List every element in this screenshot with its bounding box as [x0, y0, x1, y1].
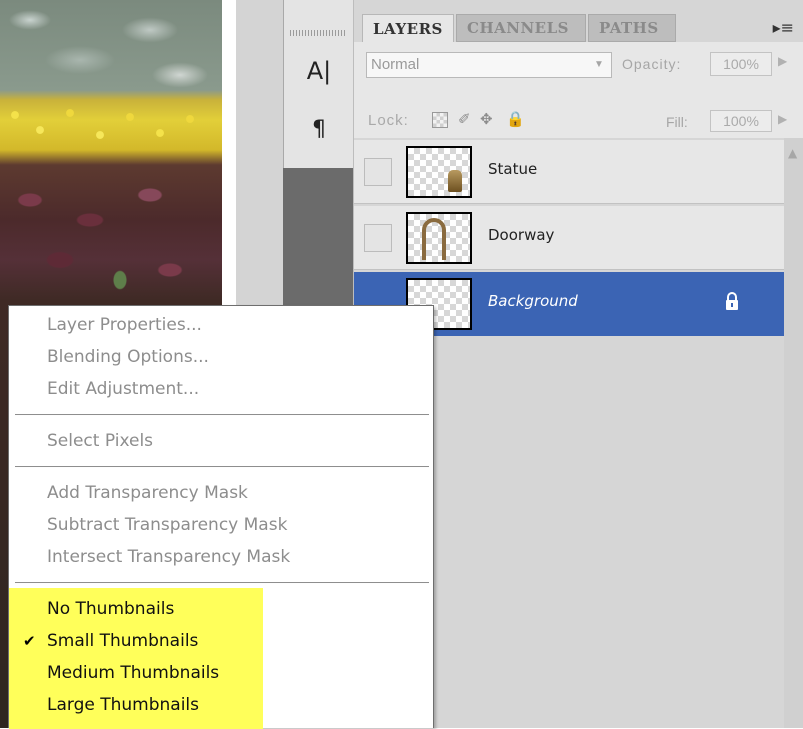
menu-item-subtract-transparency-mask[interactable]: Subtract Transparency Mask: [9, 510, 433, 540]
doorway-figure: [422, 218, 446, 260]
menu-item-edit-adjustment[interactable]: Edit Adjustment...: [9, 374, 433, 404]
lock-image-pixels-icon[interactable]: ✐: [458, 110, 471, 128]
layers-scrollbar[interactable]: ▲: [784, 138, 803, 728]
menu-item-label: Small Thumbnails: [47, 631, 199, 651]
layer-name[interactable]: Statue: [488, 160, 537, 178]
menu-item-add-transparency-mask[interactable]: Add Transparency Mask: [9, 478, 433, 508]
fill-arrow-icon[interactable]: ▶: [778, 112, 787, 126]
blend-mode-select[interactable]: Normal ▼: [366, 52, 612, 78]
dock-panel: A| ¶: [283, 0, 355, 168]
opacity-field[interactable]: 100%: [710, 52, 772, 76]
menu-item-small-thumbnails[interactable]: ✔ Small Thumbnails: [9, 626, 433, 656]
menu-separator: [15, 466, 429, 468]
opacity-arrow-icon[interactable]: ▶: [778, 54, 787, 68]
menu-separator: [15, 414, 429, 416]
menu-item-select-pixels[interactable]: Select Pixels: [9, 426, 433, 456]
layer-name[interactable]: Doorway: [488, 226, 554, 244]
layer-thumbnail[interactable]: [406, 212, 472, 264]
menu-item-large-thumbnails[interactable]: Large Thumbnails: [9, 690, 433, 720]
photo-leaves: [0, 170, 222, 310]
tab-paths[interactable]: PATHS: [588, 14, 676, 42]
menu-item-intersect-transparency-mask[interactable]: Intersect Transparency Mask: [9, 542, 433, 572]
chevron-down-icon[interactable]: ▼: [589, 55, 609, 75]
fill-field[interactable]: 100%: [710, 110, 772, 132]
layer-row-statue[interactable]: Statue: [354, 140, 784, 204]
visibility-toggle[interactable]: [364, 224, 392, 252]
layer-lock-icon: [726, 292, 738, 310]
scroll-up-icon[interactable]: ▲: [788, 146, 797, 160]
lock-position-icon[interactable]: ✥: [480, 110, 493, 128]
character-panel-icon[interactable]: A|: [302, 54, 336, 88]
statue-figure: [448, 170, 462, 192]
check-icon: ✔: [23, 632, 36, 650]
layer-context-menu: Layer Properties... Blending Options... …: [8, 305, 434, 729]
paragraph-panel-icon[interactable]: ¶: [302, 112, 336, 146]
fill-label: Fill:: [666, 114, 688, 130]
blend-options-bar: Normal ▼ Opacity: 100% ▶: [354, 42, 803, 103]
menu-item-layer-properties[interactable]: Layer Properties...: [9, 310, 433, 340]
visibility-toggle[interactable]: [364, 158, 392, 186]
lock-bar: Lock: ✐ ✥ 🔒 Fill: 100% ▶: [354, 102, 803, 139]
panel-menu-icon[interactable]: ▸≡: [773, 18, 794, 37]
blend-mode-value: Normal: [371, 56, 420, 73]
layer-name[interactable]: Background: [488, 292, 578, 310]
panel-tabbar: LAYERS CHANNELS PATHS ▸≡: [354, 0, 803, 42]
menu-item-blending-options[interactable]: Blending Options...: [9, 342, 433, 372]
layer-row-doorway[interactable]: Doorway: [354, 206, 784, 270]
layer-thumbnail[interactable]: [406, 146, 472, 198]
lock-label: Lock:: [368, 112, 409, 129]
menu-separator: [15, 582, 429, 584]
photo-flowers: [0, 95, 222, 165]
lock-transparency-icon[interactable]: [432, 112, 448, 128]
menu-item-medium-thumbnails[interactable]: Medium Thumbnails: [9, 658, 433, 688]
tab-layers[interactable]: LAYERS: [362, 14, 454, 42]
menu-item-no-thumbnails[interactable]: No Thumbnails: [9, 594, 433, 624]
lock-all-icon[interactable]: 🔒: [506, 110, 525, 128]
opacity-label: Opacity:: [622, 56, 682, 72]
tab-channels[interactable]: CHANNELS: [456, 14, 586, 42]
dock-grip-handle[interactable]: [290, 30, 346, 36]
